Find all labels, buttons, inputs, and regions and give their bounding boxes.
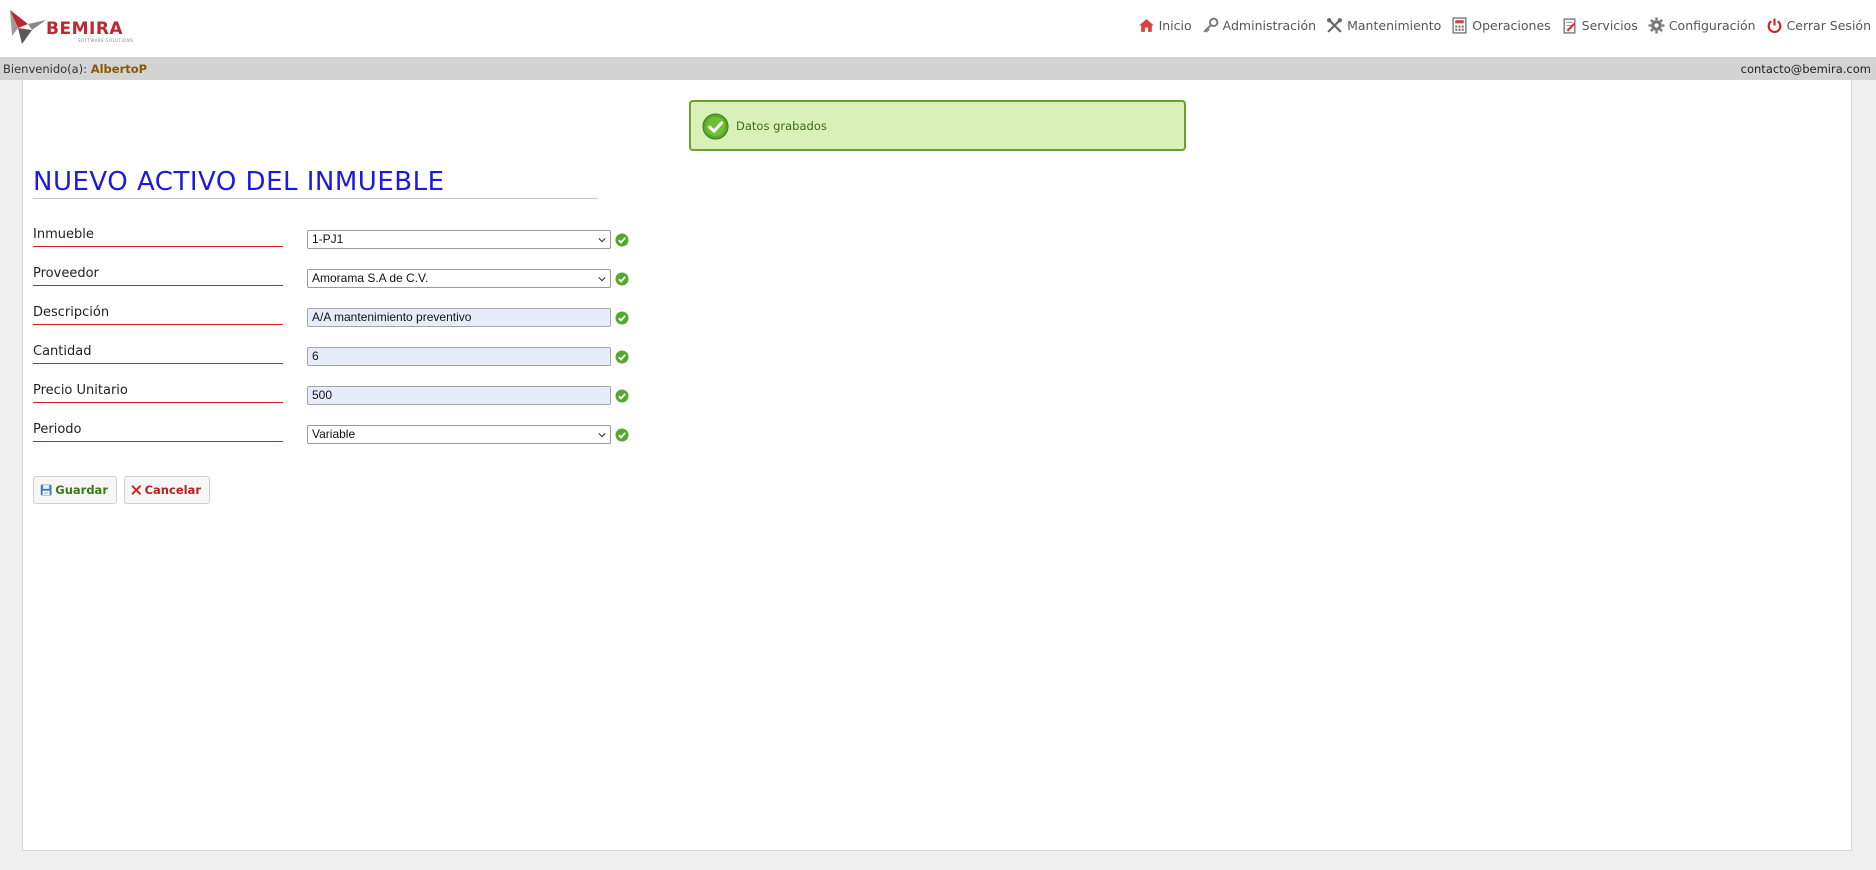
logo-subtext: SOFTWARE SOLUTIONS xyxy=(78,38,134,43)
chevron-down-icon xyxy=(598,433,606,438)
tools-icon xyxy=(1326,17,1343,34)
page-title: NUEVO ACTIVO DEL INMUEBLE xyxy=(33,166,598,199)
nav-label: Mantenimiento xyxy=(1347,17,1442,33)
nav-item-administracion[interactable]: Administración xyxy=(1202,17,1316,34)
cantidad-input[interactable]: 6 xyxy=(307,347,611,366)
cancel-label: Cancelar xyxy=(144,483,201,497)
field-row-precio-unitario: Precio Unitario 500 xyxy=(33,382,633,406)
periodo-select[interactable]: Variable xyxy=(307,425,611,444)
descripcion-input[interactable]: A/A mantenimiento preventivo xyxy=(307,308,611,327)
field-row-proveedor: Proveedor Amorama S.A de C.V. xyxy=(33,265,633,289)
inmueble-select[interactable]: 1-PJ1 xyxy=(307,230,611,249)
main-nav: Inicio Administración Mantenimiento Oper… xyxy=(1128,14,1871,36)
nav-label: Servicios xyxy=(1581,17,1638,33)
field-label: Periodo xyxy=(33,421,283,442)
valid-check-icon xyxy=(615,350,629,364)
nav-item-servicios[interactable]: Servicios xyxy=(1561,17,1638,34)
success-check-icon xyxy=(702,113,729,140)
nav-label: Operaciones xyxy=(1472,17,1551,33)
field-label: Inmueble xyxy=(33,226,283,247)
nav-item-inicio[interactable]: Inicio xyxy=(1138,17,1192,34)
welcome-prefix: Bienvenido(a): xyxy=(3,62,88,76)
username: AlbertoP xyxy=(90,62,148,76)
key-icon xyxy=(1202,17,1219,34)
cancel-button[interactable]: Cancelar xyxy=(124,476,210,504)
chevron-down-icon xyxy=(598,277,606,282)
contact-email[interactable]: contacto@bemira.com xyxy=(1741,62,1871,76)
clipboard-icon xyxy=(1561,17,1578,34)
field-label: Proveedor xyxy=(33,265,283,286)
field-label: Cantidad xyxy=(33,343,283,364)
floppy-disk-icon xyxy=(40,484,52,496)
proveedor-select[interactable]: Amorama S.A de C.V. xyxy=(307,269,611,288)
welcome-message: Bienvenido(a): AlbertoP xyxy=(3,62,147,76)
nav-label: Inicio xyxy=(1158,17,1192,33)
top-header: BEMIRA SOFTWARE SOLUTIONS Inicio Adminis… xyxy=(0,0,1876,57)
nav-item-operaciones[interactable]: Operaciones xyxy=(1451,16,1551,34)
field-row-descripcion: Descripción A/A mantenimiento preventivo xyxy=(33,304,633,328)
nav-item-mantenimiento[interactable]: Mantenimiento xyxy=(1326,17,1441,34)
content-panel: Datos grabados NUEVO ACTIVO DEL INMUEBLE… xyxy=(22,80,1852,851)
bemira-logo[interactable]: BEMIRA SOFTWARE SOLUTIONS xyxy=(8,6,138,46)
logo-text: BEMIRA xyxy=(46,19,124,39)
valid-check-icon xyxy=(615,272,629,286)
home-icon xyxy=(1138,17,1155,34)
gear-icon xyxy=(1648,17,1665,34)
calculator-icon xyxy=(1451,16,1468,34)
welcome-bar: Bienvenido(a): AlbertoP contacto@bemira.… xyxy=(0,57,1876,80)
valid-check-icon xyxy=(615,428,629,442)
nav-item-cerrar-sesion[interactable]: Cerrar Sesión xyxy=(1766,17,1871,34)
select-value: Variable xyxy=(312,427,356,441)
alert-message: Datos grabados xyxy=(736,119,827,133)
field-row-periodo: Periodo Variable xyxy=(33,421,633,445)
nav-label: Administración xyxy=(1222,17,1317,33)
nav-label: Cerrar Sesión xyxy=(1786,17,1871,33)
field-label: Precio Unitario xyxy=(33,382,283,403)
valid-check-icon xyxy=(615,311,629,325)
logo-star-icon xyxy=(10,10,46,44)
nav-label: Configuración xyxy=(1668,17,1756,33)
field-row-inmueble: Inmueble 1-PJ1 xyxy=(33,226,633,250)
nav-item-configuracion[interactable]: Configuración xyxy=(1648,17,1756,34)
field-label: Descripción xyxy=(33,304,283,325)
chevron-down-icon xyxy=(598,238,606,243)
valid-check-icon xyxy=(615,233,629,247)
select-value: Amorama S.A de C.V. xyxy=(312,271,429,285)
select-value: 1-PJ1 xyxy=(312,232,344,246)
save-button[interactable]: Guardar xyxy=(33,476,117,504)
success-alert: Datos grabados xyxy=(689,100,1186,151)
power-icon xyxy=(1766,17,1783,34)
valid-check-icon xyxy=(615,389,629,403)
save-label: Guardar xyxy=(55,483,108,497)
close-icon xyxy=(131,485,141,495)
precio-unitario-input[interactable]: 500 xyxy=(307,386,611,405)
field-row-cantidad: Cantidad 6 xyxy=(33,343,633,367)
